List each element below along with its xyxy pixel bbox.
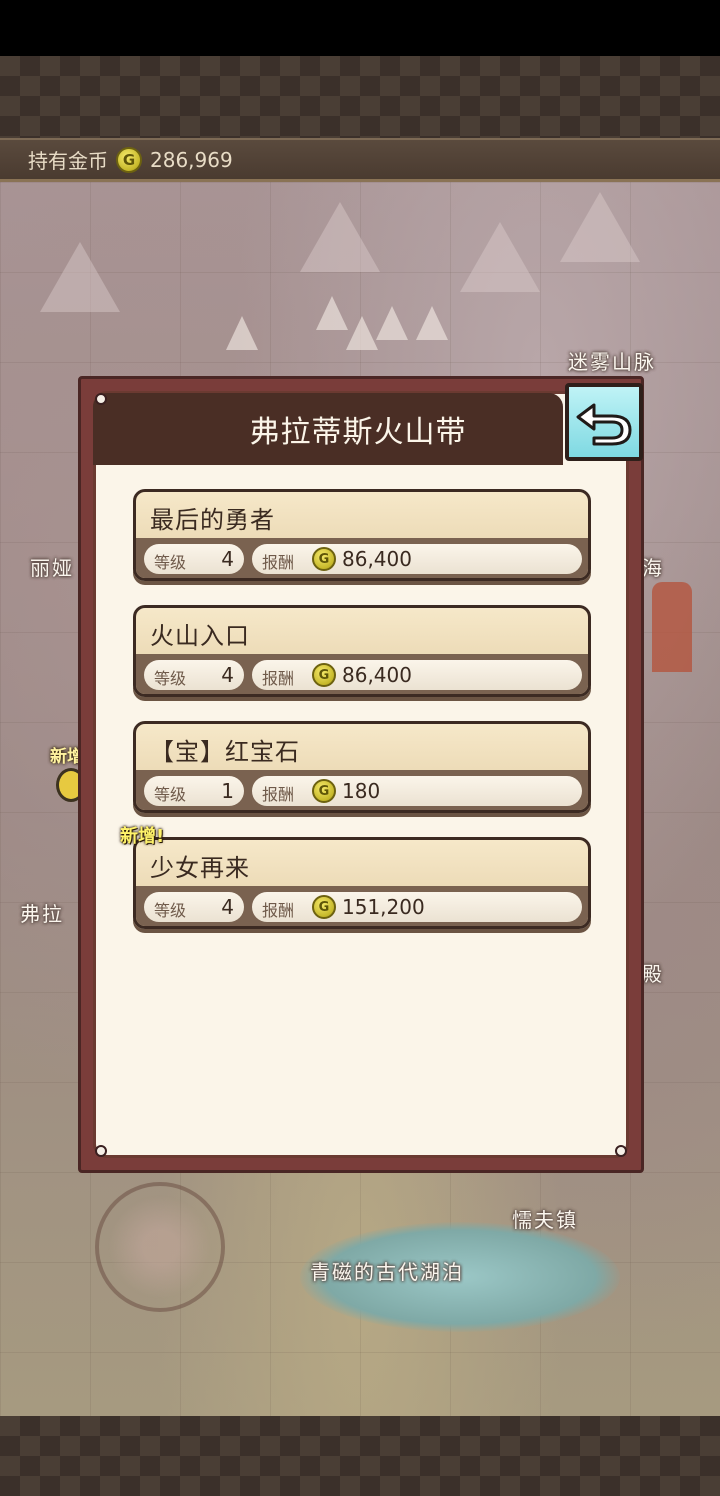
reward-value: 151,200 (342, 895, 425, 919)
quest-info-bar: 等级 4 报酬 G 86,400 (136, 538, 588, 578)
gold-coin-icon: G (312, 663, 336, 687)
tree-shape (346, 316, 378, 350)
gold-coin-icon: G (116, 146, 142, 173)
gold-coin-icon: G (312, 895, 336, 919)
level-value: 4 (221, 547, 234, 571)
quest-name: 最后的勇者 (150, 506, 275, 534)
reward-value: 180 (342, 779, 381, 803)
level-pill: 等级 4 (144, 660, 244, 690)
volcano-shape (652, 582, 692, 672)
map-label-lia[interactable]: 丽娅 (30, 552, 74, 581)
top-pattern-band (0, 56, 720, 138)
gold-bar: 持有金币 G 286,969 (0, 138, 720, 182)
quest-info-bar: 等级 4 报酬 G 86,400 (136, 654, 588, 694)
back-arrow-icon (576, 403, 632, 446)
reward-pill: 报酬 G 86,400 (252, 660, 582, 690)
gold-value: 286,969 (150, 147, 233, 172)
quest-dialog: 弗拉蒂斯火山带 最后的勇者 等级 4 报酬 G 86,400 火山入口 等级 4… (78, 376, 644, 1173)
tree-shape (316, 296, 348, 330)
reward-pill: 报酬 G 86,400 (252, 544, 582, 574)
quest-item[interactable]: 火山入口 等级 4 报酬 G 86,400 (133, 605, 591, 697)
level-value: 1 (221, 779, 234, 803)
status-bar (0, 0, 720, 56)
level-pill: 等级 1 (144, 776, 244, 806)
map-label-flatis[interactable]: 弗拉 (20, 898, 64, 927)
mountain-shape (560, 192, 640, 262)
map-label-sea[interactable]: 海 (642, 552, 664, 581)
rivet-icon (615, 1145, 627, 1157)
reward-pill: 报酬 G 180 (252, 776, 582, 806)
new-badge: 新增! (120, 826, 165, 847)
map-label-temple[interactable]: 殿 (642, 958, 664, 987)
map-label-town[interactable]: 懦夫镇 (512, 1204, 578, 1233)
mountain-shape (40, 242, 120, 312)
map-label-lake[interactable]: 青磁的古代湖泊 (310, 1256, 464, 1285)
quest-info-bar: 等级 1 报酬 G 180 (136, 770, 588, 810)
tree-shape (416, 306, 448, 340)
reward-label: 报酬 (262, 785, 295, 804)
level-label: 等级 (154, 901, 187, 920)
reward-value: 86,400 (342, 547, 412, 571)
dialog-title: 弗拉蒂斯火山带 (249, 415, 467, 450)
gold-coin-icon: G (312, 779, 336, 803)
bottom-pattern-band (0, 1416, 720, 1496)
reward-label: 报酬 (262, 553, 295, 572)
level-label: 等级 (154, 669, 187, 688)
quest-name: 【宝】红宝石 (150, 738, 300, 766)
mountain-shape (300, 202, 380, 272)
rivet-icon (95, 393, 107, 405)
gold-coin-icon: G (312, 547, 336, 571)
back-button[interactable] (565, 383, 643, 461)
reward-label: 报酬 (262, 901, 295, 920)
reward-label: 报酬 (262, 669, 295, 688)
quest-item[interactable]: 新增! 少女再来 等级 4 报酬 G 151,200 (120, 826, 591, 929)
quest-name: 火山入口 (150, 622, 250, 650)
reward-pill: 报酬 G 151,200 (252, 892, 582, 922)
level-value: 4 (221, 663, 234, 687)
level-value: 4 (221, 895, 234, 919)
reward-value: 86,400 (342, 663, 412, 687)
quest-name: 少女再来 (150, 854, 250, 882)
tree-shape (226, 316, 258, 350)
tree-shape (376, 306, 408, 340)
quest-item[interactable]: 【宝】红宝石 等级 1 报酬 G 180 (133, 721, 591, 813)
quest-item[interactable]: 最后的勇者 等级 4 报酬 G 86,400 (133, 489, 591, 581)
level-label: 等级 (154, 785, 187, 804)
gold-label: 持有金币 (28, 149, 108, 173)
level-pill: 等级 4 (144, 892, 244, 922)
quest-info-bar: 等级 4 报酬 G 151,200 (136, 886, 588, 926)
map-label-misty-mountains[interactable]: 迷雾山脉 (568, 346, 656, 375)
compass-rose-icon (95, 1182, 225, 1312)
rivet-icon (95, 1145, 107, 1157)
dialog-header: 弗拉蒂斯火山带 (93, 393, 563, 465)
level-label: 等级 (154, 553, 187, 572)
level-pill: 等级 4 (144, 544, 244, 574)
mountain-shape (460, 222, 540, 292)
